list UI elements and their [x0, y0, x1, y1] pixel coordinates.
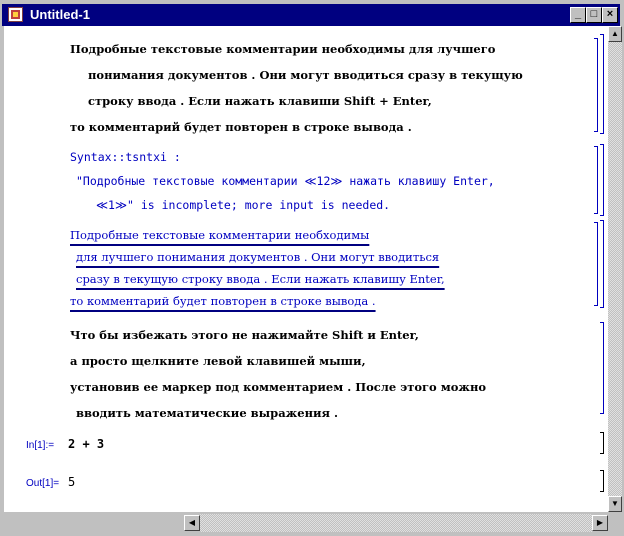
scroll-left-arrow-icon[interactable]: ◀ — [184, 515, 200, 531]
minimize-button[interactable]: _ — [570, 7, 586, 23]
horizontal-scrollbar[interactable]: ◀ ▶ — [4, 514, 608, 532]
syntax-message-line: ≪1≫" is incomplete; more input is needed… — [96, 198, 391, 212]
syntax-message-header: Syntax::tsntxi : — [70, 150, 181, 164]
maximize-button[interactable]: □ — [586, 7, 602, 23]
group-bracket[interactable] — [600, 144, 604, 216]
output-value: 5 — [68, 475, 76, 489]
scroll-right-arrow-icon[interactable]: ▶ — [592, 515, 608, 531]
group-bracket[interactable] — [600, 34, 604, 134]
text-line: установив ее маркер под комментарием . П… — [70, 380, 487, 394]
title-bar[interactable]: Untitled-1 _ □ × — [2, 4, 620, 26]
text-line: а просто щелкните левой клавишей мыши, — [70, 354, 366, 368]
window-title: Untitled-1 — [30, 7, 90, 22]
cell-bracket[interactable] — [594, 38, 598, 132]
cell-bracket[interactable] — [600, 470, 604, 492]
syntax-message-line: "Подробные текстовые комментарии ≪12≫ на… — [76, 174, 495, 188]
notebook-content[interactable]: Подробные текстовые комментарии необходи… — [4, 26, 608, 512]
cell-bracket[interactable] — [600, 322, 604, 414]
input-expression[interactable]: 2 + 3 — [68, 437, 104, 451]
scroll-up-arrow-icon[interactable]: ▲ — [608, 26, 622, 42]
cell-bracket[interactable] — [600, 432, 604, 454]
size-grip-icon[interactable] — [608, 514, 622, 532]
message-line: то комментарий будет повторен в строке в… — [70, 294, 376, 308]
group-bracket[interactable] — [600, 220, 604, 308]
text-line: понимания документов . Они могут вводить… — [88, 68, 523, 82]
vertical-scrollbar[interactable]: ▲ ▼ — [608, 26, 622, 512]
cell-bracket[interactable] — [594, 146, 598, 214]
cell-bracket[interactable] — [594, 222, 598, 306]
text-line: то комментарий будет повторен в строке в… — [70, 120, 412, 134]
text-line: Подробные текстовые комментарии необходи… — [70, 42, 496, 56]
in-label: In[1]:= — [26, 440, 55, 451]
message-line: для лучшего понимания документов . Они м… — [76, 250, 440, 264]
text-line: вводить математические выражения . — [76, 406, 339, 420]
mathematica-app-icon[interactable] — [8, 7, 23, 22]
message-line: сразу в текущую строку ввода . Если нажа… — [76, 272, 445, 286]
scroll-down-arrow-icon[interactable]: ▼ — [608, 496, 622, 512]
horizontal-scroll-track[interactable] — [200, 514, 592, 532]
message-line: Подробные текстовые комментарии необходи… — [70, 228, 370, 242]
text-line: строку ввода . Если нажать клавиши Shift… — [88, 94, 432, 108]
text-line: Что бы избежать этого не нажимайте Shift… — [70, 328, 419, 342]
notebook-window: Untitled-1 _ □ × Подробные текстовые ком… — [0, 0, 624, 536]
out-label: Out[1]= — [26, 478, 60, 489]
close-button[interactable]: × — [602, 7, 618, 23]
